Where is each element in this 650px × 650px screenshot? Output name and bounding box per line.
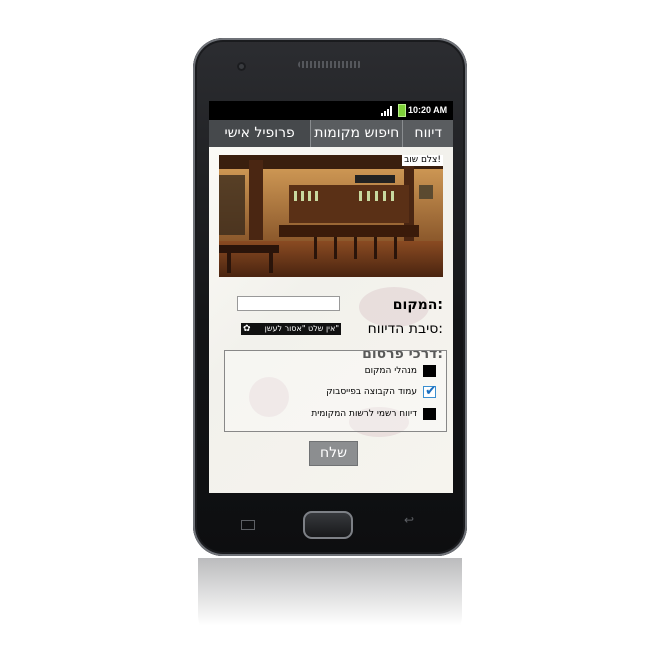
battery-icon <box>398 104 406 117</box>
phone-reflection <box>198 558 462 643</box>
option-row[interactable]: דיווח רשמי לרשות המקומית <box>311 406 436 422</box>
place-input[interactable] <box>237 296 340 311</box>
checkbox[interactable] <box>423 408 436 420</box>
tab-bar: דיווח חיפוש מקומות פרופיל אישי <box>209 120 453 147</box>
report-form: צלם שוב! המקום: סיבת הדיווח: ✿ אין שלט "… <box>209 147 453 493</box>
option-label: מנהלי המקום <box>364 366 417 376</box>
tab-search-places[interactable]: חיפוש מקומות <box>310 120 402 147</box>
status-time: 10:20 AM <box>408 105 448 115</box>
checkmark-icon: ✔ <box>425 383 437 399</box>
phone-screen: 10:20 AM דיווח חיפוש מקומות פרופיל אישי <box>209 101 453 493</box>
signal-icon <box>381 106 393 116</box>
option-row[interactable]: ✔ עמוד הקבוצה בפייסבוק <box>326 383 437 400</box>
tab-report[interactable]: דיווח <box>402 120 453 147</box>
place-photo[interactable]: צלם שוב! <box>219 155 443 277</box>
option-label: עמוד הקבוצה בפייסבוק <box>326 387 417 397</box>
retake-photo-label[interactable]: צלם שוב! <box>402 155 443 166</box>
option-row[interactable]: מנהלי המקום <box>365 363 436 379</box>
menu-key-icon[interactable] <box>241 520 255 530</box>
reason-label: סיבת הדיווח: <box>367 321 443 337</box>
bar-interior-image <box>219 155 443 277</box>
earpiece-speaker <box>298 61 362 68</box>
front-camera-icon <box>237 62 246 71</box>
reason-value: אין שלט "אסור לעשן" <box>264 324 339 333</box>
status-bar: 10:20 AM <box>209 101 453 120</box>
place-label: המקום: <box>392 297 443 313</box>
gear-icon: ✿ <box>243 324 251 334</box>
home-button[interactable] <box>303 511 353 539</box>
back-key-icon[interactable]: ↩ <box>404 514 418 526</box>
checkbox[interactable] <box>423 365 436 377</box>
checkbox-checked[interactable]: ✔ <box>423 383 437 399</box>
tab-profile[interactable]: פרופיל אישי <box>209 120 311 147</box>
publish-options-box: מנהלי המקום ✔ עמוד הקבוצה בפייסבוק דיווח… <box>224 350 447 432</box>
reason-select[interactable]: ✿ אין שלט "אסור לעשן" <box>241 323 341 335</box>
send-button[interactable]: שלח <box>309 441 358 466</box>
option-label: דיווח רשמי לרשות המקומית <box>311 409 417 419</box>
